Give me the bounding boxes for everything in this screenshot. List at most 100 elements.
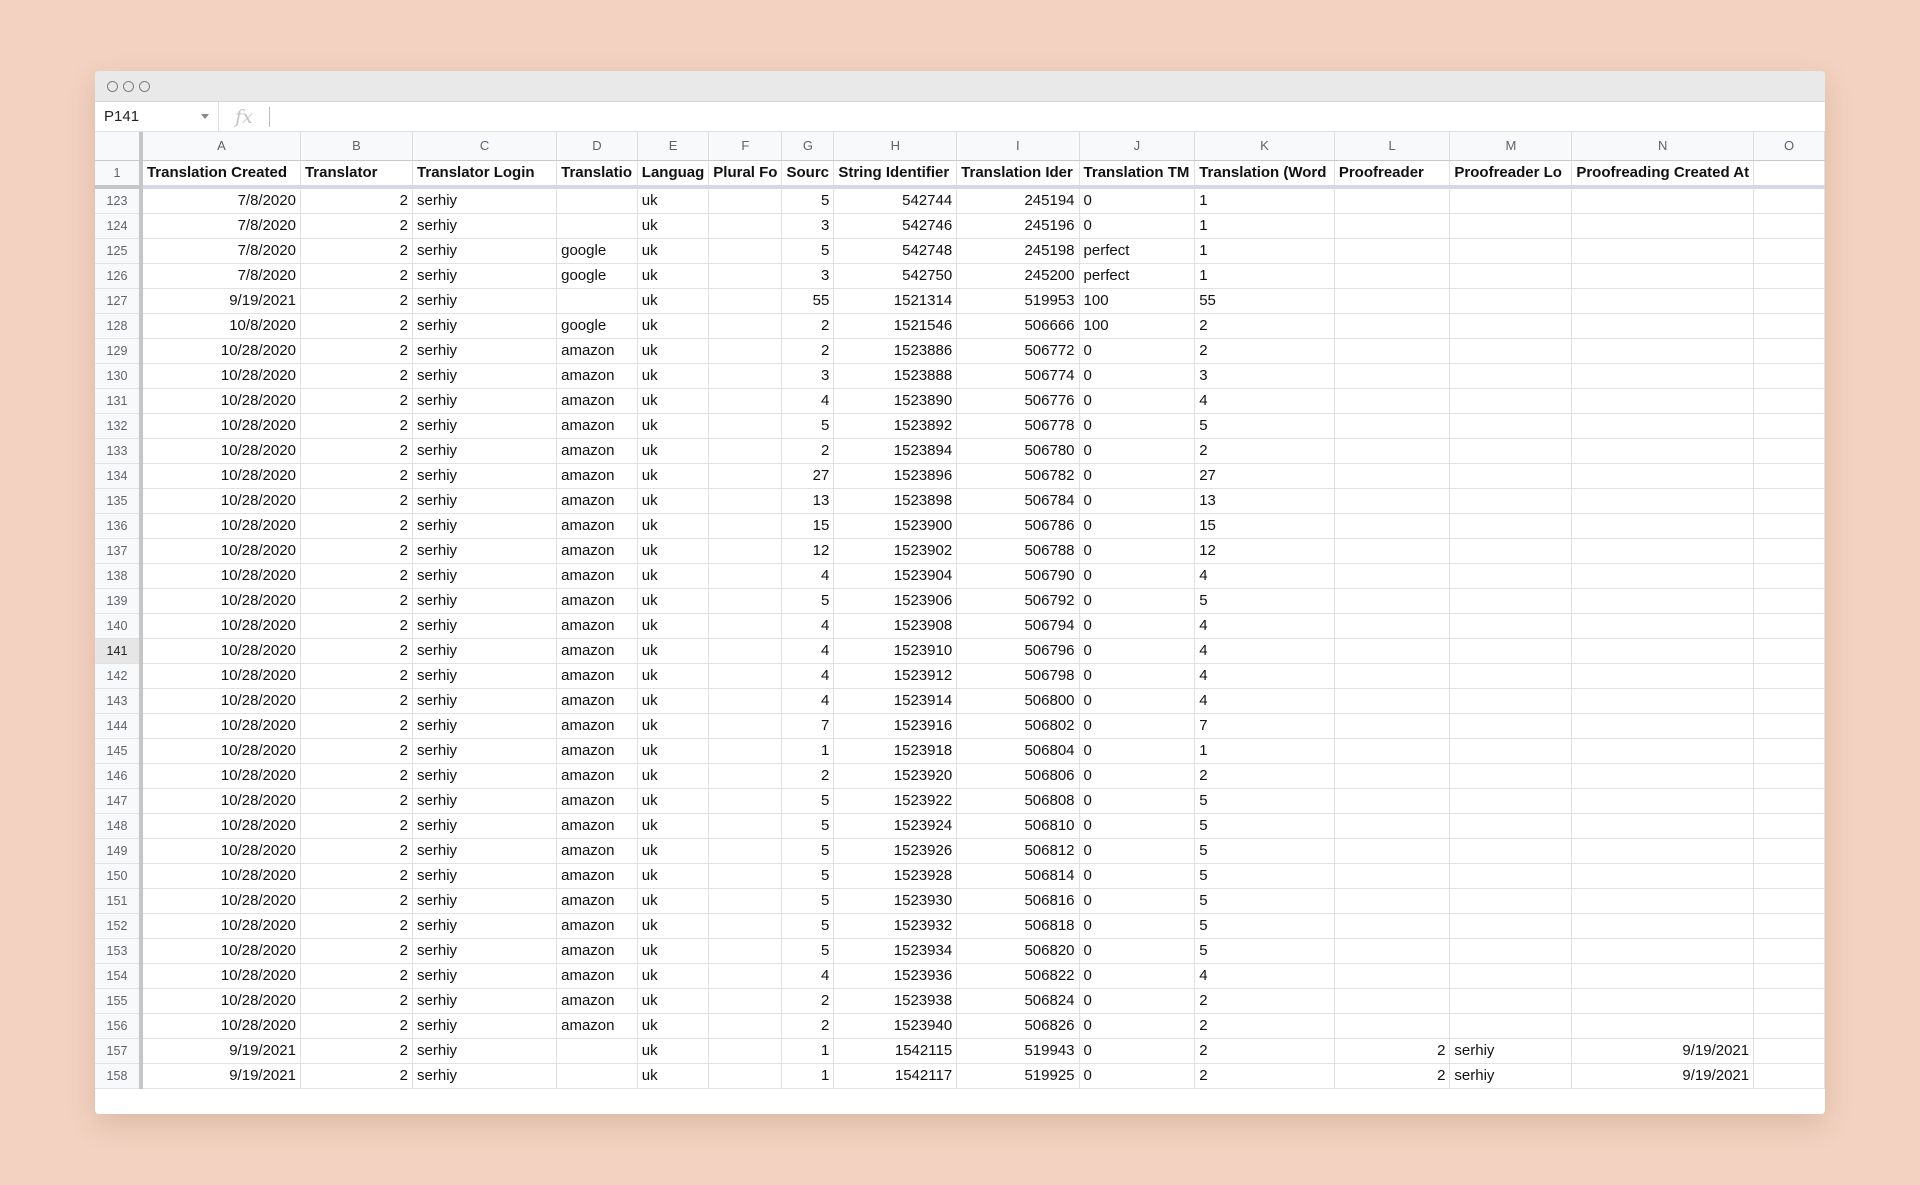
cell[interactable]	[1753, 788, 1825, 814]
cell[interactable]: 1523890	[833, 388, 958, 414]
cell[interactable]: 2	[300, 738, 414, 764]
column-header-k[interactable]: K	[1194, 132, 1335, 161]
cell[interactable]	[708, 463, 783, 489]
cell[interactable]	[1334, 838, 1451, 864]
row-number[interactable]: 139	[95, 588, 143, 614]
row-number[interactable]: 157	[95, 1038, 143, 1064]
cell[interactable]: 10/28/2020	[140, 688, 301, 714]
cell[interactable]	[1449, 788, 1573, 814]
cell[interactable]: 10/28/2020	[140, 663, 301, 689]
cell[interactable]	[708, 938, 783, 964]
cell[interactable]	[1753, 688, 1825, 714]
cell[interactable]: serhiy	[412, 463, 558, 489]
column-header-i[interactable]: I	[956, 132, 1080, 161]
cell[interactable]: amazon	[556, 538, 638, 564]
cell[interactable]	[1753, 663, 1825, 689]
cell[interactable]	[1753, 488, 1825, 514]
cell[interactable]: 5	[1194, 888, 1335, 914]
cell[interactable]: 245194	[956, 187, 1080, 214]
cell[interactable]: 1	[1194, 187, 1335, 214]
cell[interactable]	[1449, 1013, 1573, 1039]
cell[interactable]: uk	[637, 313, 710, 339]
cell[interactable]: 7/8/2020	[140, 263, 301, 289]
cell[interactable]: uk	[637, 538, 710, 564]
cell[interactable]: amazon	[556, 513, 638, 539]
cell[interactable]: 2	[300, 663, 414, 689]
cell[interactable]: 2	[300, 588, 414, 614]
cell[interactable]: 506784	[956, 488, 1080, 514]
cell[interactable]	[1753, 713, 1825, 739]
cell[interactable]	[1753, 613, 1825, 639]
cell[interactable]: 1523916	[833, 713, 958, 739]
cell[interactable]	[708, 1038, 783, 1064]
cell[interactable]: 4	[781, 563, 835, 589]
cell[interactable]: 3	[781, 213, 835, 239]
cell[interactable]: uk	[637, 238, 710, 264]
cell[interactable]: 10/28/2020	[140, 713, 301, 739]
cell[interactable]: 2	[300, 413, 414, 439]
cell[interactable]	[708, 213, 783, 239]
cell[interactable]	[1449, 488, 1573, 514]
cell[interactable]: 2	[300, 187, 414, 214]
cell[interactable]: 9/19/2021	[140, 1063, 301, 1089]
cell[interactable]: 5	[781, 913, 835, 939]
cell[interactable]: uk	[637, 438, 710, 464]
cell[interactable]: 1542115	[833, 1038, 958, 1064]
cell[interactable]: serhiy	[412, 913, 558, 939]
cell[interactable]: 245200	[956, 263, 1080, 289]
cell[interactable]	[1334, 813, 1451, 839]
cell[interactable]	[708, 638, 783, 664]
cell[interactable]: serhiy	[412, 238, 558, 264]
cell[interactable]: 10/28/2020	[140, 888, 301, 914]
cell[interactable]: 3	[781, 263, 835, 289]
cell[interactable]: 2	[300, 613, 414, 639]
cell[interactable]: 506798	[956, 663, 1080, 689]
cell[interactable]	[1753, 938, 1825, 964]
cell[interactable]: 2	[300, 463, 414, 489]
cell[interactable]: amazon	[556, 363, 638, 389]
cell[interactable]: 5	[781, 187, 835, 214]
cell[interactable]: uk	[637, 563, 710, 589]
cell[interactable]: 506820	[956, 938, 1080, 964]
cell[interactable]	[1449, 588, 1573, 614]
cell[interactable]: serhiy	[412, 688, 558, 714]
cell[interactable]: uk	[637, 1063, 710, 1089]
cell[interactable]: 0	[1079, 738, 1196, 764]
column-header-d[interactable]: D	[556, 132, 638, 161]
cell[interactable]	[1334, 788, 1451, 814]
row-number[interactable]: 158	[95, 1063, 143, 1089]
cell[interactable]: uk	[637, 1013, 710, 1039]
cell[interactable]: 4	[781, 963, 835, 989]
cell[interactable]: 4	[1194, 638, 1335, 664]
cell[interactable]: 9/19/2021	[1571, 1063, 1755, 1089]
cell[interactable]	[556, 288, 638, 314]
cell[interactable]: 1	[1194, 738, 1335, 764]
cell[interactable]	[1449, 813, 1573, 839]
cell[interactable]: 12	[781, 538, 835, 564]
header-cell[interactable]: Languag	[637, 160, 710, 189]
cell[interactable]: amazon	[556, 763, 638, 789]
row-number[interactable]: 130	[95, 363, 143, 389]
cell[interactable]: 506788	[956, 538, 1080, 564]
select-all-corner[interactable]	[95, 132, 143, 161]
cell[interactable]	[1449, 738, 1573, 764]
column-header-g[interactable]: G	[781, 132, 835, 161]
cell[interactable]	[1449, 913, 1573, 939]
cell[interactable]: 10/28/2020	[140, 1013, 301, 1039]
cell[interactable]: serhiy	[412, 538, 558, 564]
cell[interactable]	[1571, 288, 1755, 314]
cell[interactable]	[1571, 263, 1755, 289]
cell[interactable]: 2	[300, 913, 414, 939]
cell[interactable]	[1571, 563, 1755, 589]
cell[interactable]	[708, 388, 783, 414]
cell[interactable]	[1334, 713, 1451, 739]
cell[interactable]	[708, 988, 783, 1014]
cell[interactable]: 0	[1079, 213, 1196, 239]
row-number[interactable]: 127	[95, 288, 143, 314]
cell[interactable]: 1	[781, 1038, 835, 1064]
cell[interactable]: serhiy	[412, 513, 558, 539]
cell[interactable]: serhiy	[412, 1038, 558, 1064]
cell[interactable]	[1753, 363, 1825, 389]
cell[interactable]: uk	[637, 613, 710, 639]
row-number[interactable]: 136	[95, 513, 143, 539]
